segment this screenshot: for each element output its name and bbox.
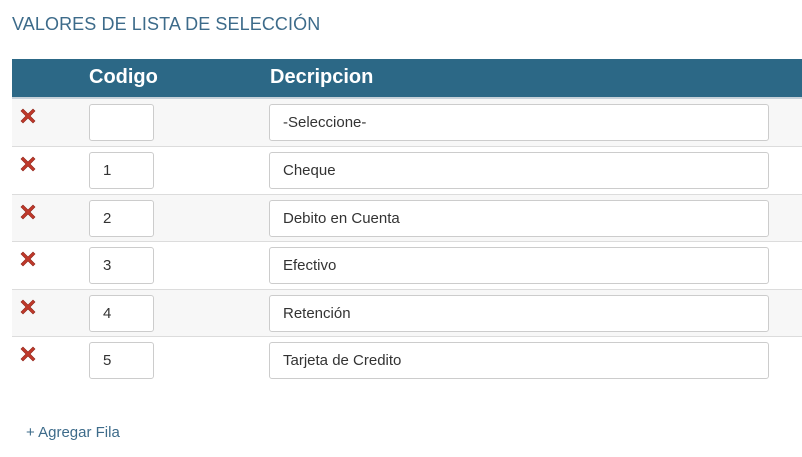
page-title: VALORES DE LISTA DE SELECCIÓN: [12, 14, 321, 34]
descripcion-input[interactable]: [269, 199, 769, 237]
codigo-input[interactable]: [89, 247, 154, 284]
codigo-input[interactable]: [89, 152, 154, 189]
delete-x-icon[interactable]: [17, 105, 39, 127]
descripcion-input[interactable]: [269, 342, 769, 379]
descripcion-input[interactable]: [269, 104, 769, 141]
descripcion-input[interactable]: [269, 152, 769, 189]
table-row: [12, 97, 802, 146]
add-row-link[interactable]: + Agregar Fila: [26, 424, 120, 441]
column-header-codigo: Codigo: [89, 66, 158, 88]
table-row: [12, 288, 802, 336]
codigo-input[interactable]: [89, 294, 154, 332]
table-row: [12, 146, 802, 194]
delete-x-icon[interactable]: [17, 153, 39, 175]
descripcion-input[interactable]: [269, 247, 769, 284]
table-row: [12, 241, 802, 289]
delete-x-icon[interactable]: [17, 343, 39, 365]
descripcion-input[interactable]: [269, 294, 769, 332]
selection-values-table: Codigo Decripcion: [12, 59, 802, 384]
codigo-input[interactable]: [89, 342, 154, 379]
table-header: Codigo Decripcion: [12, 59, 802, 97]
table-row: [12, 336, 802, 384]
table-row: [12, 193, 802, 241]
column-header-descripcion: Decripcion: [270, 66, 374, 88]
codigo-input[interactable]: [89, 199, 154, 237]
codigo-input[interactable]: [89, 104, 154, 141]
delete-x-icon[interactable]: [17, 296, 39, 318]
delete-x-icon[interactable]: [17, 201, 39, 223]
delete-x-icon[interactable]: [17, 248, 39, 270]
